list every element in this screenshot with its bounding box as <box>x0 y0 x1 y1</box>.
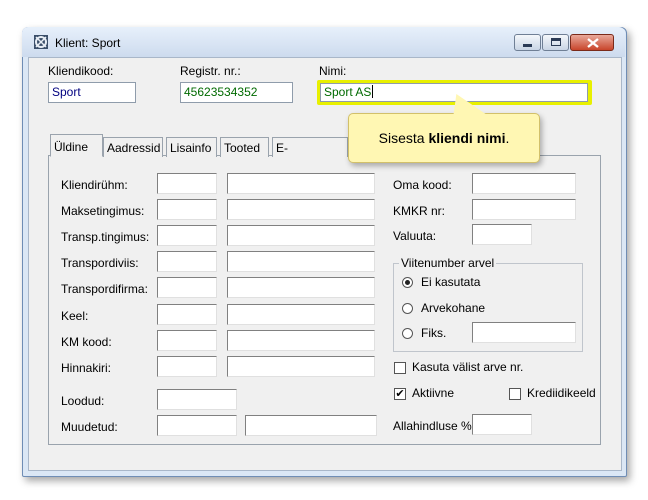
field-description-input <box>227 251 375 272</box>
tooltip-bold: kliendi nimi <box>428 130 506 146</box>
field-code-input[interactable] <box>157 225 217 246</box>
field-description-input <box>227 199 375 220</box>
field-label: Hinnakiri: <box>61 361 112 375</box>
kmkr-input[interactable] <box>472 199 576 220</box>
external-invoice-checkbox[interactable] <box>394 362 406 374</box>
tab-tooted[interactable]: Tooted <box>220 137 269 157</box>
reg-number-label: Registr. nr.: <box>180 64 241 78</box>
tab-label: Lisainfo <box>170 141 212 155</box>
field-description-input <box>227 356 375 377</box>
tab-lisainfo[interactable]: Lisainfo <box>166 137 217 157</box>
tooltip-suffix: . <box>505 130 510 146</box>
close-icon <box>587 38 599 48</box>
radio-label: Arvekohane <box>421 301 486 315</box>
tooltip-pointer <box>446 94 486 114</box>
fixed-reference-input[interactable] <box>472 322 576 343</box>
external-invoice-label: Kasuta välist arve nr. <box>412 360 524 374</box>
name-input-value: Sport AS <box>324 85 372 99</box>
credit-block-label: Krediidikeeld <box>527 386 596 400</box>
tab-e-dokumendid[interactable]: E-dokumendid <box>272 137 348 157</box>
field-code-input[interactable] <box>157 356 217 377</box>
discount-input[interactable] <box>472 414 532 435</box>
client-code-input[interactable]: Sport <box>48 82 136 103</box>
field-label: KM kood: <box>61 335 112 349</box>
field-label: Transpordifirma: <box>61 282 148 296</box>
field-code-input[interactable] <box>157 251 217 272</box>
modified-input <box>157 415 237 436</box>
own-code-label: Oma kood: <box>393 178 452 192</box>
close-button[interactable] <box>570 34 614 51</box>
text-caret <box>372 85 374 98</box>
minimize-button[interactable] <box>514 34 541 51</box>
discount-label: Allahindluse %: <box>393 419 476 433</box>
tab-label: Tooted <box>224 141 261 155</box>
field-code-input[interactable] <box>157 304 217 325</box>
tooltip-prefix: Sisesta <box>378 130 429 146</box>
window-title: Klient: Sport <box>55 36 121 50</box>
radio-label: Ei kasutata <box>421 275 481 289</box>
field-code-input[interactable] <box>157 199 217 220</box>
checkmark-icon: ✔ <box>395 388 405 400</box>
own-code-input[interactable] <box>472 173 576 194</box>
tab-uldine[interactable]: Üldine <box>50 134 103 157</box>
field-description-input <box>227 173 375 194</box>
reference-group-title: Viitenumber arvel <box>399 256 497 270</box>
active-label: Aktiivne <box>412 386 455 400</box>
created-input <box>157 389 237 410</box>
active-checkbox[interactable]: ✔ <box>394 388 406 400</box>
modified-label: Muudetud: <box>61 420 118 434</box>
client-code-label: Kliendikood: <box>48 64 114 78</box>
field-description-input <box>227 277 375 298</box>
minimize-icon <box>523 44 532 47</box>
radio-selected-dot <box>405 280 410 285</box>
field-label: Transp.tingimus: <box>61 230 150 244</box>
maximize-button[interactable] <box>542 34 569 51</box>
field-description-input <box>227 304 375 325</box>
radio-arvekohane[interactable] <box>402 303 413 314</box>
currency-label: Valuuta: <box>393 229 437 243</box>
field-label: Keel: <box>61 309 89 323</box>
maximize-icon <box>551 38 561 46</box>
field-label: Maksetingimus: <box>61 204 145 218</box>
tab-aadressid[interactable]: Aadressid <box>103 137 163 157</box>
field-description-input <box>227 330 375 351</box>
radio-fiks[interactable] <box>402 328 413 339</box>
field-label: Kliendirühm: <box>61 178 128 192</box>
created-label: Loodud: <box>61 394 105 408</box>
credit-block-checkbox[interactable] <box>509 388 521 400</box>
tab-label: Aadressid <box>107 141 161 155</box>
radio-ei-kasutata[interactable] <box>402 277 413 288</box>
currency-input[interactable] <box>472 224 532 245</box>
modified-by-input <box>245 415 377 436</box>
field-code-input[interactable] <box>157 277 217 298</box>
hint-tooltip: Sisesta kliendi nimi. <box>348 113 540 163</box>
tab-label: Üldine <box>54 140 89 154</box>
reg-number-input[interactable]: 45623534352 <box>180 82 293 103</box>
field-label: Transpordiviis: <box>61 256 139 270</box>
name-label: Nimi: <box>319 64 347 78</box>
tab-label: E-dokumendid <box>276 141 288 155</box>
field-description-input <box>227 225 375 246</box>
kmkr-label: KMKR nr: <box>393 204 446 218</box>
field-code-input[interactable] <box>157 173 217 194</box>
field-code-input[interactable] <box>157 330 217 351</box>
app-icon <box>34 35 48 49</box>
radio-label: Fiks. <box>421 326 447 340</box>
